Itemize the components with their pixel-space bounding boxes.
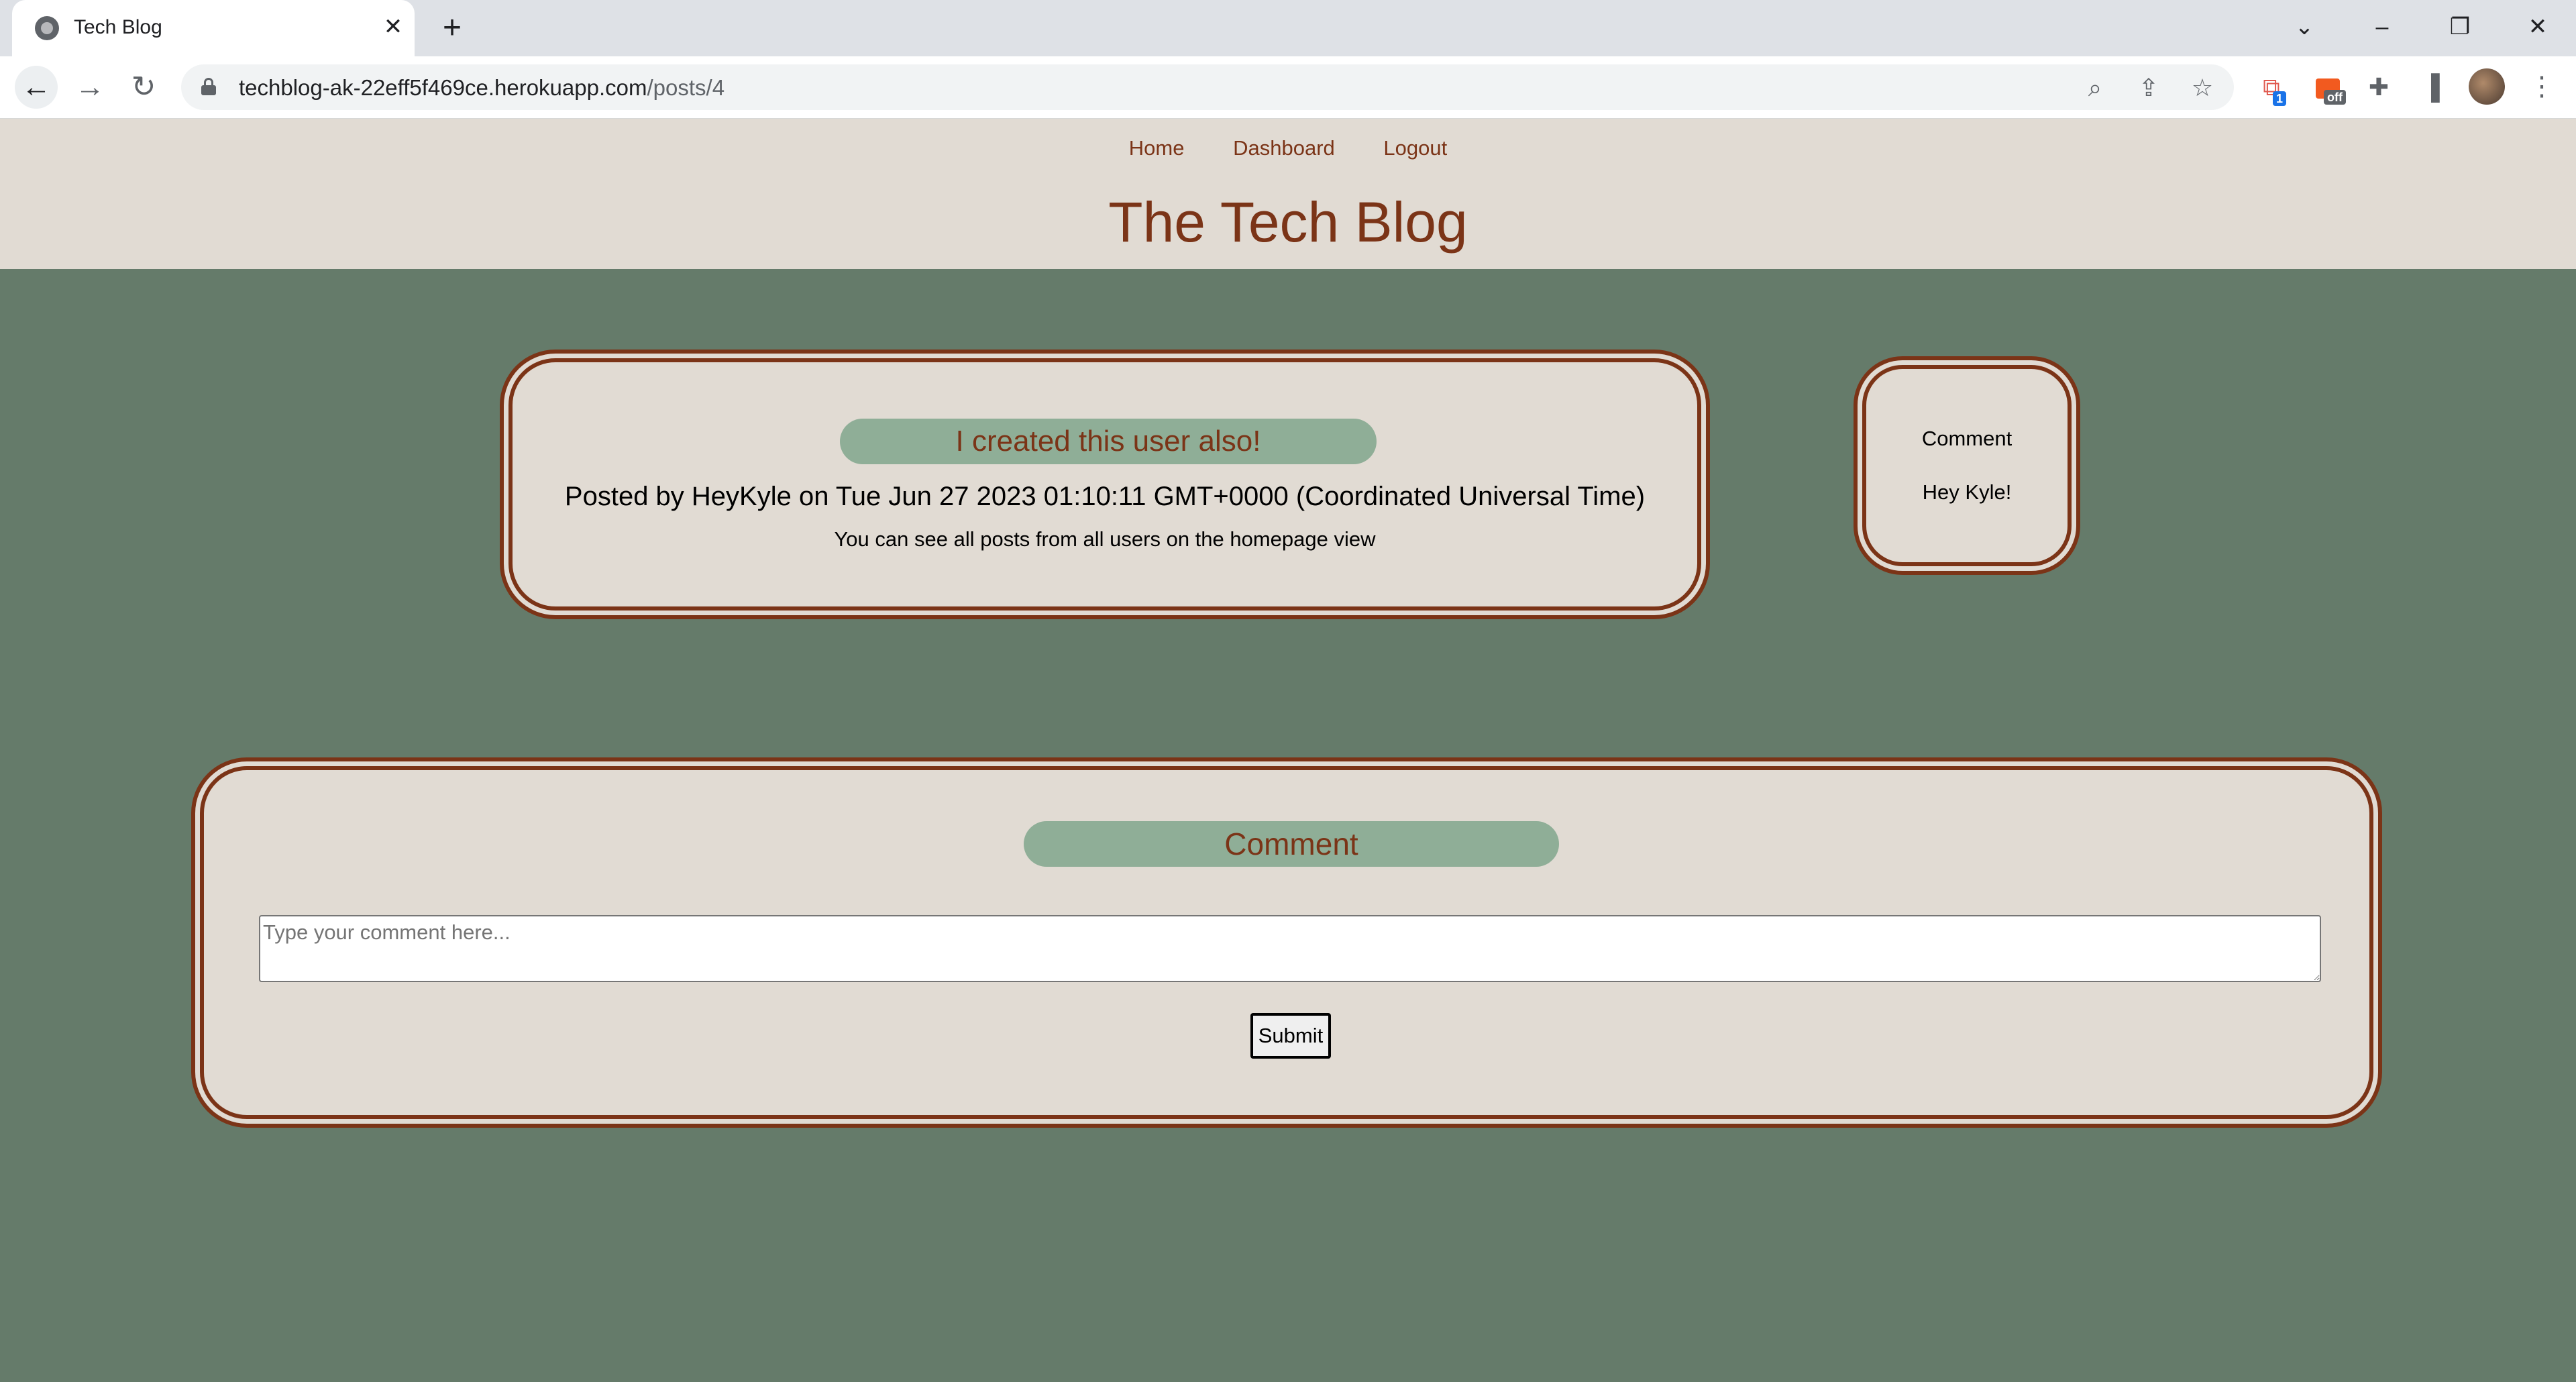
url-text[interactable]: techblog-ak-22eff5f469ce.herokuapp.com/p…	[239, 75, 724, 101]
nav-logout-link[interactable]: Logout	[1383, 136, 1447, 160]
puzzle-extensions-icon[interactable]: ✚	[2361, 70, 2396, 105]
extension-off-icon[interactable]: off	[2310, 70, 2346, 105]
browser-tab[interactable]: Tech Blog ✕	[12, 0, 415, 56]
url-path: /posts/4	[647, 75, 725, 100]
bookmark-star-icon[interactable]: ☆	[2186, 71, 2219, 105]
extension-flow-icon[interactable]: ⧉ 1	[2254, 70, 2289, 106]
url-host: techblog-ak-22eff5f469ce.herokuapp.com	[239, 75, 647, 100]
extension-badge-off: off	[2324, 90, 2346, 105]
close-window-button[interactable]: ✕	[2501, 5, 2575, 48]
post-title: I created this user also!	[840, 419, 1377, 464]
tab-title: Tech Blog	[74, 16, 162, 38]
comments-heading: Comment	[1921, 427, 2012, 450]
browser-menu-icon[interactable]: ⋮	[2524, 68, 2560, 105]
site-title: The Tech Blog	[1108, 191, 1468, 254]
comment-item: Hey Kyle!	[1922, 480, 2012, 504]
side-panel-icon[interactable]: ▐	[2414, 70, 2449, 105]
post-meta: Posted by HeyKyle on Tue Jun 27 2023 01:…	[564, 482, 1646, 511]
forward-button[interactable]: →	[68, 66, 111, 109]
minimize-button[interactable]: –	[2345, 5, 2419, 48]
globe-icon	[35, 16, 59, 40]
zoom-icon[interactable]: ⌕	[2078, 71, 2112, 105]
share-icon[interactable]: ⇪	[2132, 71, 2165, 105]
post-body: You can see all posts from all users on …	[834, 527, 1376, 551]
back-button[interactable]: ←	[15, 66, 58, 109]
comment-input[interactable]	[259, 915, 2321, 982]
submit-button[interactable]: Submit	[1250, 1013, 1331, 1059]
reload-button[interactable]: ↻	[122, 66, 165, 109]
nav-dashboard-link[interactable]: Dashboard	[1233, 136, 1335, 160]
nav-home-link[interactable]: Home	[1129, 136, 1185, 160]
profile-avatar[interactable]	[2469, 68, 2505, 105]
restore-button[interactable]: ❐	[2423, 5, 2497, 48]
new-tab-button[interactable]: +	[433, 11, 471, 46]
post-card: I created this user also! Posted by HeyK…	[508, 358, 1701, 610]
browser-toolbar: ← → ↻ techblog-ak-22eff5f469ce.herokuapp…	[0, 56, 2576, 119]
comments-card: Comment Hey Kyle!	[1862, 365, 2072, 566]
browser-tab-strip: Tech Blog ✕ + ⌄ – ❐ ✕	[0, 0, 2576, 56]
extension-badge-count: 1	[2273, 91, 2287, 106]
comment-form-heading: Comment	[1024, 821, 1559, 867]
close-tab-icon[interactable]: ✕	[378, 12, 408, 42]
tab-search-chevron-icon[interactable]: ⌄	[2267, 5, 2341, 48]
address-bar[interactable]: techblog-ak-22eff5f469ce.herokuapp.com/p…	[181, 64, 2234, 110]
comment-form-card: Comment Submit	[200, 766, 2373, 1119]
lock-icon[interactable]	[201, 78, 216, 95]
site-nav: Home Dashboard Logout	[0, 136, 2576, 160]
site-header: Home Dashboard Logout The Tech Blog	[0, 119, 2576, 269]
